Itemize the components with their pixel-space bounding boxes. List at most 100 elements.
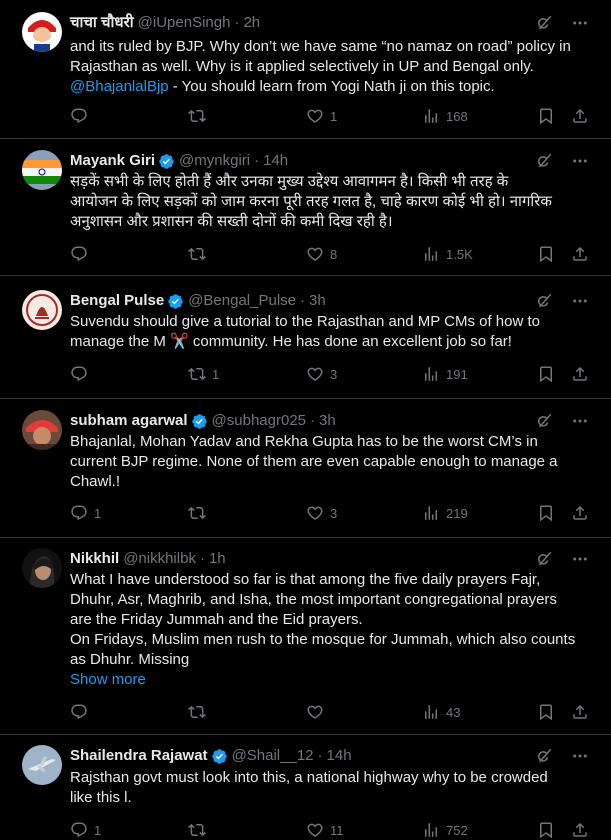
- retweet-button[interactable]: [188, 244, 212, 264]
- reply-icon: [70, 245, 88, 263]
- reply-button[interactable]: [70, 702, 94, 722]
- retweet-button[interactable]: 1: [188, 364, 219, 384]
- views-button[interactable]: 752: [422, 820, 468, 840]
- like-button[interactable]: 11: [306, 820, 344, 840]
- tweet[interactable]: चाचा चौधरी @iUpenSingh · 2h and its ruled by…: [0, 0, 611, 139]
- retweet-icon: [188, 107, 206, 125]
- grok-icon[interactable]: [535, 14, 553, 32]
- share-button[interactable]: [571, 702, 589, 722]
- tweet-text-line: Bhajanlal, Mohan Yadav and Rekha Gupta h…: [70, 433, 538, 450]
- reply-button[interactable]: 1: [70, 820, 101, 840]
- bookmark-button[interactable]: [537, 364, 555, 384]
- tweet[interactable]: subham agarwal @subhagr025 · 3h Bhajanlal, M…: [0, 399, 611, 538]
- bookmark-button[interactable]: [537, 702, 555, 722]
- reply-button[interactable]: [70, 244, 94, 264]
- grok-icon[interactable]: [535, 292, 553, 310]
- grok-icon[interactable]: [535, 412, 553, 430]
- grok-icon[interactable]: [535, 550, 553, 568]
- retweet-button[interactable]: [188, 702, 212, 722]
- bookmark-button[interactable]: [537, 503, 555, 523]
- views-icon: [422, 504, 440, 522]
- reply-button[interactable]: [70, 364, 94, 384]
- author-name[interactable]: Bengal Pulse: [70, 291, 164, 311]
- tweet-header: Shailendra Rajawat @Shail__12 · 14h: [70, 746, 541, 766]
- tweet[interactable]: Mayank Giri @mynkgiri · 14h सड़कें सभी के लि…: [0, 139, 611, 276]
- mention-link[interactable]: @BhajanlalBjp: [70, 78, 169, 95]
- timestamp[interactable]: 14h: [263, 151, 288, 171]
- tweet-text-line: are the Friday Jummah and the Eid prayer…: [70, 611, 363, 628]
- author-name[interactable]: subham agarwal: [70, 411, 188, 431]
- more-icon[interactable]: [571, 550, 589, 568]
- views-button[interactable]: 191: [422, 364, 468, 384]
- grok-icon[interactable]: [535, 152, 553, 170]
- retweet-button[interactable]: [188, 503, 212, 523]
- author-handle[interactable]: @mynkgiri: [179, 151, 250, 171]
- avatar[interactable]: [22, 548, 62, 588]
- views-icon: [422, 703, 440, 721]
- timestamp[interactable]: 3h: [319, 411, 336, 431]
- like-button-count: 3: [330, 505, 338, 521]
- bookmark-button[interactable]: [537, 820, 555, 840]
- tweet-text-line: Dhuhr, Asr, Maghrib, and Isha, the most …: [70, 591, 557, 608]
- more-icon[interactable]: [571, 14, 589, 32]
- author-name[interactable]: Nikkhil: [70, 549, 119, 569]
- retweet-button[interactable]: [188, 106, 212, 126]
- avatar[interactable]: [22, 745, 62, 785]
- tweet[interactable]: Shailendra Rajawat @Shail__12 · 14h Rajsthan…: [0, 735, 611, 840]
- more-icon[interactable]: [571, 152, 589, 170]
- views-button[interactable]: 168: [422, 106, 468, 126]
- more-icon[interactable]: [571, 292, 589, 310]
- reply-button-count: 1: [94, 822, 102, 838]
- author-name[interactable]: Shailendra Rajawat: [70, 746, 208, 766]
- more-icon[interactable]: [571, 412, 589, 430]
- author-handle[interactable]: @subhagr025: [212, 411, 306, 431]
- more-icon[interactable]: [571, 747, 589, 765]
- reply-button-count: 1: [94, 505, 102, 521]
- avatar[interactable]: [22, 290, 62, 330]
- show-more-link[interactable]: Show more: [70, 670, 597, 690]
- reply-button[interactable]: 1: [70, 503, 101, 523]
- bookmark-button[interactable]: [537, 106, 555, 126]
- views-button[interactable]: 219: [422, 503, 468, 523]
- tweet[interactable]: Nikkhil @nikkhilbk · 1h What I have understo…: [0, 538, 611, 735]
- like-button[interactable]: 8: [306, 244, 337, 264]
- share-button[interactable]: [571, 106, 589, 126]
- views-button[interactable]: 43: [422, 702, 460, 722]
- retweet-icon: [188, 703, 206, 721]
- like-icon: [306, 504, 324, 522]
- reply-icon: [70, 703, 88, 721]
- author-name[interactable]: चाचा चौधरी: [70, 13, 134, 33]
- tweet-header: Nikkhil @nikkhilbk · 1h: [70, 549, 541, 569]
- grok-icon[interactable]: [535, 747, 553, 765]
- share-icon: [571, 504, 589, 522]
- author-handle[interactable]: @iUpenSingh: [138, 13, 231, 33]
- like-button[interactable]: 3: [306, 503, 337, 523]
- tweet-text: Bhajanlal, Mohan Yadav and Rekha Gupta h…: [70, 432, 597, 492]
- avatar[interactable]: [22, 410, 62, 450]
- share-button[interactable]: [571, 244, 589, 264]
- avatar[interactable]: [22, 12, 62, 52]
- retweet-button[interactable]: [188, 820, 212, 840]
- avatar[interactable]: [22, 150, 62, 190]
- share-button[interactable]: [571, 503, 589, 523]
- timestamp[interactable]: 3h: [309, 291, 326, 311]
- author-handle[interactable]: @Shail__12: [232, 746, 314, 766]
- verified-badge-icon: [155, 153, 175, 170]
- bookmark-button[interactable]: [537, 244, 555, 264]
- like-button[interactable]: [306, 702, 330, 722]
- author-name[interactable]: Mayank Giri: [70, 151, 155, 171]
- share-button[interactable]: [571, 364, 589, 384]
- like-button[interactable]: 3: [306, 364, 337, 384]
- author-handle[interactable]: @Bengal_Pulse: [188, 291, 296, 311]
- timestamp[interactable]: 2h: [243, 13, 260, 33]
- share-button[interactable]: [571, 820, 589, 840]
- views-button[interactable]: 1.5K: [422, 244, 473, 264]
- reply-button[interactable]: [70, 106, 94, 126]
- author-handle[interactable]: @nikkhilbk: [123, 549, 196, 569]
- like-button[interactable]: 1: [306, 106, 337, 126]
- tweet-text-line: @BhajanlalBjp - You should learn from Yo…: [70, 77, 597, 97]
- tweet[interactable]: Bengal Pulse @Bengal_Pulse · 3h Suvendu shou…: [0, 276, 611, 399]
- timestamp[interactable]: 14h: [327, 746, 352, 766]
- views-button-count: 43: [446, 704, 461, 720]
- timestamp[interactable]: 1h: [209, 549, 226, 569]
